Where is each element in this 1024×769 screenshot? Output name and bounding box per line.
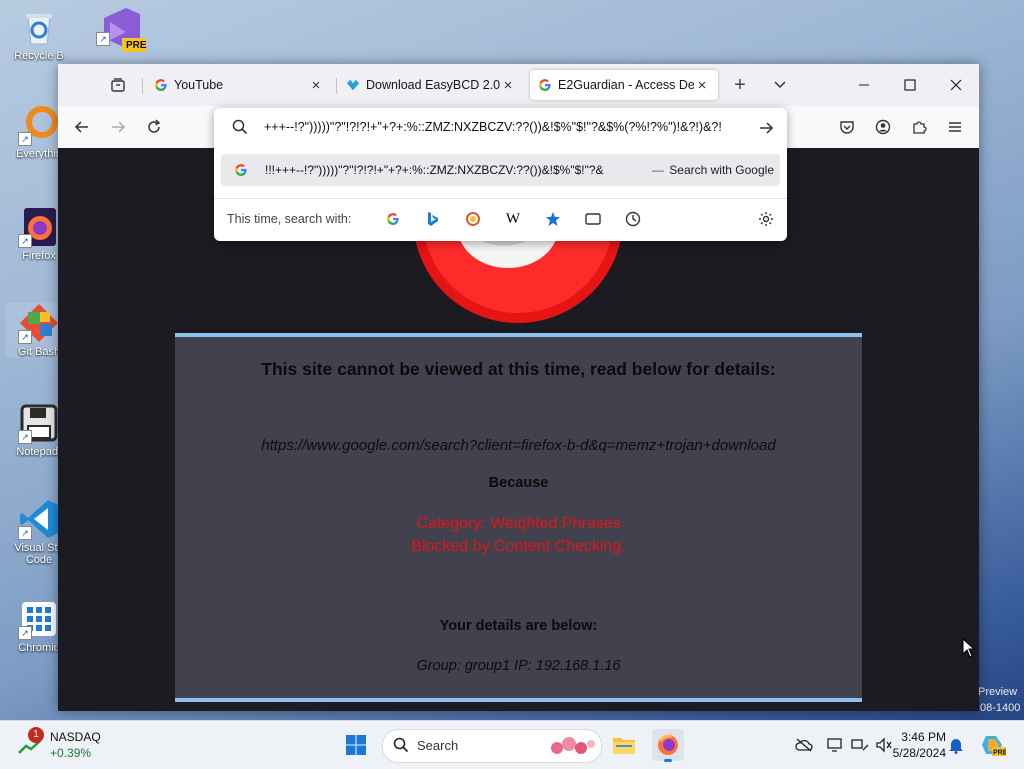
vscode-icon: ↗ — [18, 498, 60, 540]
back-arrow-icon[interactable] — [68, 114, 96, 140]
google-g-icon — [154, 78, 168, 92]
svg-text:PRE: PRE — [993, 750, 1006, 757]
tabs-icon[interactable] — [583, 209, 603, 229]
urlbar-dropdown: +++--!?")))))"?"!?!?!+"+?+:%::ZMZ:NXZBCZ… — [214, 108, 787, 241]
desktop-icon-recycle-bin[interactable]: Recycle B — [6, 6, 72, 62]
shortcut-arrow-icon: ↗ — [18, 526, 32, 540]
list-all-tabs-chevron-icon[interactable] — [766, 72, 794, 98]
pre-badge: PRE — [126, 40, 147, 51]
maximize-button[interactable] — [887, 64, 933, 106]
search-suggestion-row[interactable]: !!!+++--!?")))))"?"!?!?!+"+?+:%::ZMZ:NXZ… — [221, 154, 780, 186]
blocked-url: https://www.google.com/search?client=fir… — [261, 437, 776, 454]
everything-search-icon: ↗ — [18, 104, 60, 146]
copilot-pre-icon[interactable]: PRE — [980, 735, 1006, 757]
tab-easybcd[interactable]: Download EasyBCD 2.0.1 × — [338, 70, 524, 100]
onedrive-offline-icon[interactable] — [794, 735, 814, 755]
because-label: Because — [488, 475, 549, 491]
google-icon[interactable] — [383, 209, 403, 229]
wikipedia-icon[interactable]: W — [503, 209, 523, 229]
file-explorer-icon[interactable] — [608, 729, 640, 761]
notification-bell-icon[interactable] — [946, 735, 966, 755]
taskbar-search-box[interactable]: Search — [382, 729, 602, 763]
tab-title: YouTube — [174, 78, 224, 92]
tab-title: Download EasyBCD 2.0.1 — [366, 78, 500, 92]
taskbar: 1 NASDAQ +0.39% Search 3:46 PM 5/28/2024 — [0, 720, 1024, 769]
shortcut-arrow-icon: ↗ — [18, 132, 32, 146]
shortcut-arrow-icon: ↗ — [18, 234, 32, 248]
close-tab-icon[interactable]: × — [694, 77, 710, 94]
visual-studio-icon: PRE ↗ — [96, 4, 147, 52]
reload-icon[interactable] — [140, 114, 168, 140]
search-icon — [232, 119, 248, 138]
close-tab-icon[interactable]: × — [308, 77, 324, 94]
search-placeholder: Search — [417, 738, 459, 753]
history-icon[interactable] — [623, 209, 643, 229]
desktop-icon-visual-studio-preview[interactable]: PRE ↗ — [84, 4, 150, 52]
stock-change: +0.39% — [50, 746, 92, 760]
volume-muted-icon[interactable] — [874, 735, 894, 755]
shortcut-arrow-icon: ↗ — [96, 32, 110, 46]
url-input[interactable]: +++--!?")))))"?"!?!?!+"+?+:%::ZMZ:NXZBCZ… — [214, 108, 787, 148]
go-arrow-icon[interactable] — [758, 120, 774, 139]
pocket-icon[interactable] — [833, 114, 861, 140]
block-reason: Blocked by Content Checking. — [411, 538, 626, 555]
mouse-cursor-icon — [962, 637, 976, 661]
start-button[interactable] — [340, 729, 372, 761]
tab-youtube[interactable]: YouTube × — [146, 70, 332, 100]
git-bash-icon: ↗ — [18, 302, 60, 344]
running-indicator — [664, 759, 672, 762]
close-window-button[interactable] — [933, 64, 979, 106]
bookmarks-star-icon[interactable] — [543, 209, 563, 229]
search-settings-gear-icon[interactable] — [756, 209, 776, 229]
search-with-label: This time, search with: — [227, 212, 352, 226]
new-tab-button[interactable]: + — [726, 72, 754, 98]
evaluation-watermark: Preview — [978, 686, 1018, 698]
network-icon[interactable] — [850, 735, 870, 755]
clock[interactable]: 3:46 PM 5/28/2024 — [892, 729, 946, 761]
shortcut-arrow-icon: ↗ — [18, 626, 32, 640]
stock-widget[interactable]: 1 NASDAQ +0.39% — [16, 727, 116, 761]
clock-time: 3:46 PM — [901, 730, 946, 744]
google-g-icon — [234, 163, 248, 180]
account-icon[interactable] — [869, 114, 897, 140]
close-tab-icon[interactable]: × — [500, 77, 516, 94]
block-heading: This site cannot be viewed at this time,… — [261, 359, 776, 379]
shortcut-arrow-icon: ↗ — [18, 330, 32, 344]
easybcd-icon — [346, 78, 360, 92]
url-input-text[interactable]: +++--!?")))))"?"!?!?!+"+?+:%::ZMZ:NXZBCZ… — [264, 120, 752, 134]
forward-arrow-icon[interactable] — [104, 114, 132, 140]
search-highlight-icon — [547, 734, 597, 761]
firefox-taskbar-icon[interactable] — [652, 729, 684, 762]
duckduckgo-icon[interactable] — [463, 209, 483, 229]
details-heading: Your details are below: — [439, 618, 598, 634]
block-message-card: This site cannot be viewed at this time,… — [175, 333, 862, 702]
firefox-view-icon[interactable] — [104, 72, 132, 98]
app-grid-icon: ↗ — [18, 598, 60, 640]
tab-e2guardian[interactable]: E2Guardian - Access Deni × — [530, 70, 718, 100]
minimize-button[interactable] — [841, 64, 887, 106]
build-watermark: 08-1400 — [980, 702, 1021, 714]
block-category: Category: Weighted Phrases — [416, 515, 621, 532]
group-ip-details: Group: group1 IP: 192.168.1.16 — [416, 658, 621, 674]
bing-icon[interactable] — [423, 209, 443, 229]
suggestion-text: !!!+++--!?")))))"?"!?!?!+"+?+:%::ZMZ:NXZ… — [265, 163, 604, 177]
stock-name: NASDAQ — [50, 730, 101, 744]
search-icon — [393, 737, 409, 756]
suggestion-action: Search with Google — [669, 163, 774, 177]
notification-badge: 1 — [28, 727, 44, 743]
shortcut-arrow-icon: ↗ — [18, 430, 32, 444]
suggestion-dash: — — [652, 163, 664, 177]
firefox-icon: ↗ — [18, 206, 60, 248]
floppy-disk-icon: ↗ — [18, 402, 60, 444]
tab-title: E2Guardian - Access Deni — [558, 78, 694, 92]
tab-bar: YouTube × Download EasyBCD 2.0.1 × E2Gua… — [58, 64, 979, 106]
google-g-icon — [538, 78, 552, 92]
hamburger-menu-icon[interactable] — [941, 114, 969, 140]
clock-date: 5/28/2024 — [892, 746, 946, 760]
extensions-puzzle-icon[interactable] — [905, 114, 933, 140]
recycle-bin-icon — [18, 6, 60, 48]
desktop-icon-label: Recycle B — [14, 50, 64, 62]
display-icon[interactable] — [826, 735, 846, 755]
one-off-search-engines: This time, search with: W — [214, 198, 787, 239]
